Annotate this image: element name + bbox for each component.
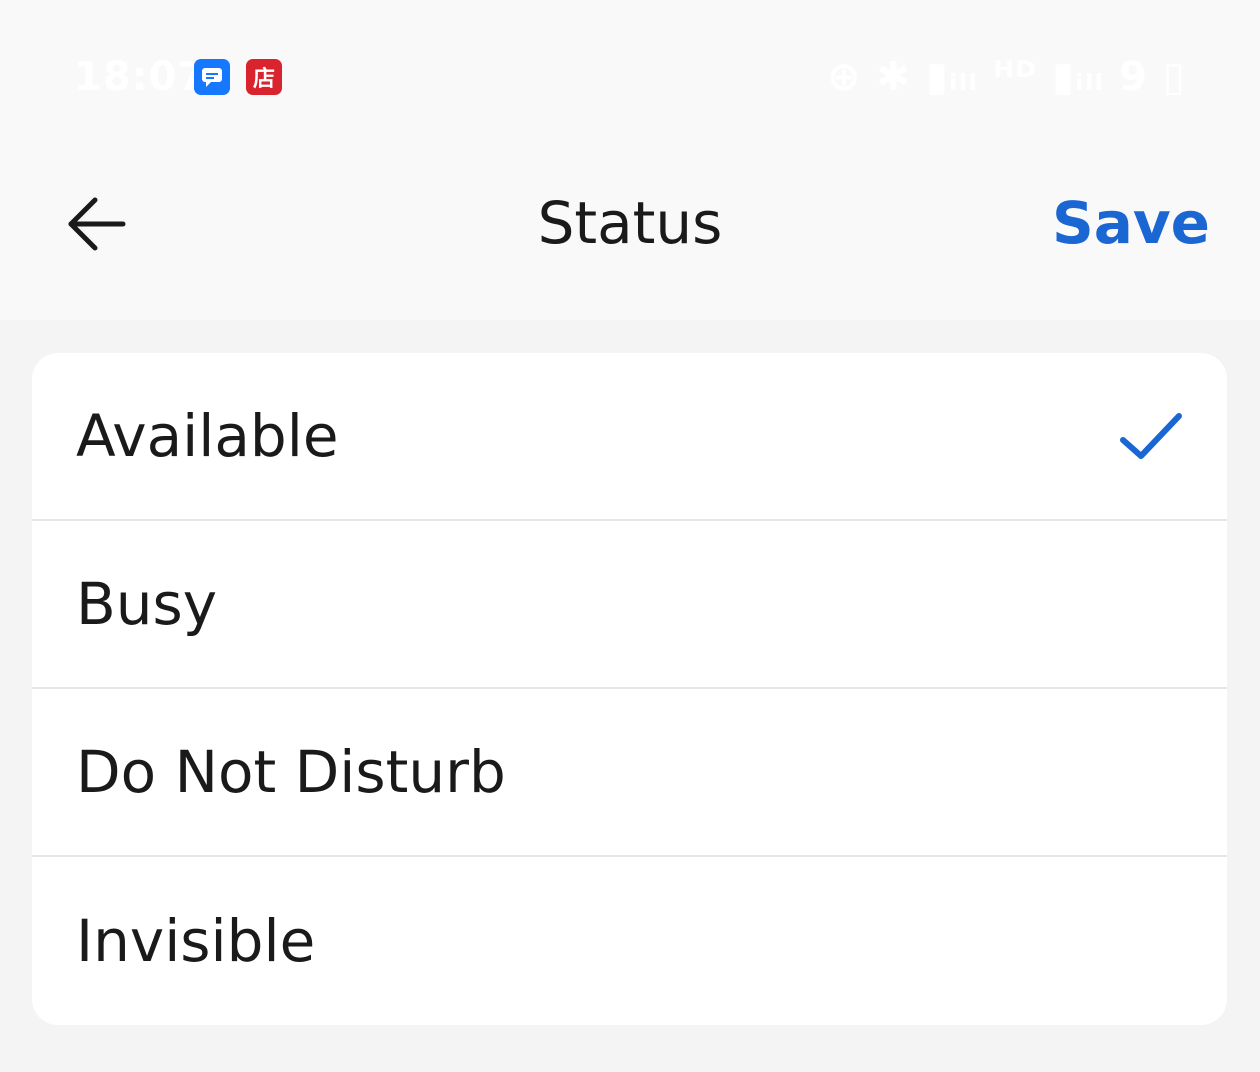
chat-app-icon — [194, 59, 230, 95]
status-options-list: Available Busy Do Not Disturb Invisible — [32, 353, 1227, 1025]
status-option-label: Busy — [76, 570, 218, 638]
store-app-icon: 店 — [246, 59, 282, 95]
status-option-invisible[interactable]: Invisible — [32, 857, 1227, 1025]
status-option-do-not-disturb[interactable]: Do Not Disturb — [32, 689, 1227, 857]
status-option-busy[interactable]: Busy — [32, 521, 1227, 689]
app-bar: Status Save — [0, 150, 1260, 320]
status-indicators: ⊕ ✱ ▮ᵢₗₗ ᴴᴰ ▮ᵢₗₗ 9 ▯ — [826, 54, 1186, 100]
status-option-label: Invisible — [76, 907, 316, 975]
checkmark-icon — [1120, 413, 1182, 459]
status-option-label: Available — [76, 402, 339, 470]
status-time: 18:07 — [74, 54, 207, 100]
status-option-label: Do Not Disturb — [76, 738, 506, 806]
system-status-bar: 18:07 店 ⊕ ✱ ▮ᵢₗₗ ᴴᴰ ▮ᵢₗₗ 9 ▯ — [0, 0, 1260, 150]
status-option-available[interactable]: Available — [32, 353, 1227, 521]
store-app-glyph: 店 — [252, 67, 275, 92]
save-button[interactable]: Save — [1052, 188, 1210, 258]
